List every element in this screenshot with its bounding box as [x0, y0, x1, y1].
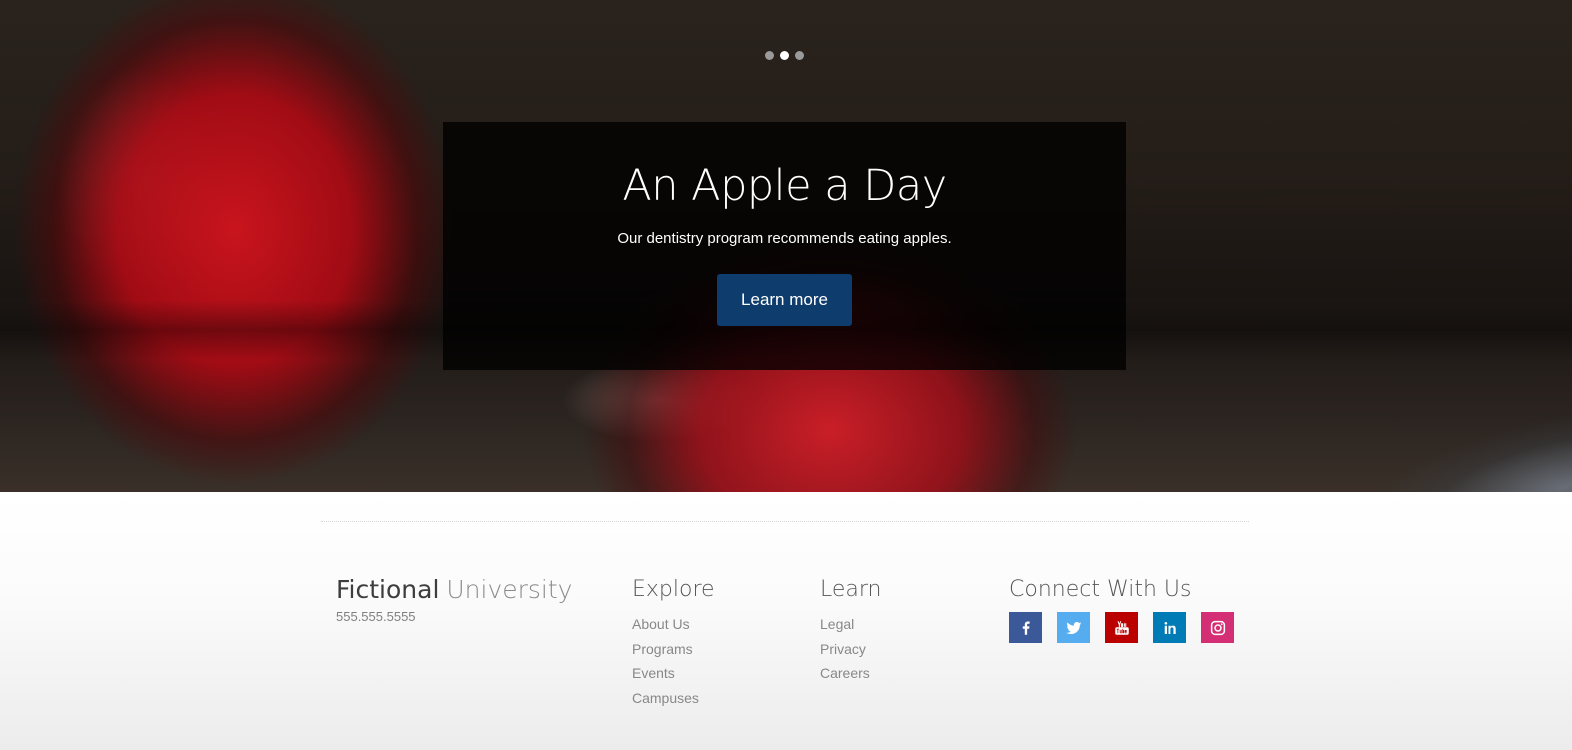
site-footer: Fictional University 555.555.5555 Explor…: [0, 492, 1572, 750]
learn-more-button[interactable]: Learn more: [717, 274, 852, 326]
footer-link-programs[interactable]: Programs: [632, 637, 715, 662]
connect-heading: Connect With Us: [1009, 577, 1192, 602]
footer-link-about-us[interactable]: About Us: [632, 612, 715, 637]
explore-heading: Explore: [632, 577, 715, 602]
twitter-icon: [1065, 621, 1081, 634]
facebook-link[interactable]: [1009, 612, 1042, 643]
hero-subtitle: Our dentistry program recommends eating …: [617, 230, 952, 247]
footer-learn-column: Learn Legal Privacy Careers: [820, 577, 882, 686]
youtube-link[interactable]: [1105, 612, 1138, 643]
brand-primary: Fictional: [336, 575, 440, 604]
brand-secondary: University: [446, 575, 573, 604]
footer-link-careers[interactable]: Careers: [820, 661, 882, 686]
facebook-icon: [1022, 620, 1030, 635]
footer-link-events[interactable]: Events: [632, 661, 715, 686]
hero-slider: An Apple a Day Our dentistry program rec…: [0, 0, 1572, 492]
hero-title: An Apple a Day: [622, 161, 947, 211]
hero-background-bowl: [1345, 405, 1572, 492]
slider-dot-3[interactable]: [795, 51, 804, 60]
twitter-link[interactable]: [1057, 612, 1090, 643]
slider-dot-2[interactable]: [780, 51, 789, 60]
footer-link-privacy[interactable]: Privacy: [820, 637, 882, 662]
footer-divider: [321, 521, 1249, 522]
footer-brand[interactable]: Fictional University: [336, 575, 572, 605]
youtube-icon: [1114, 620, 1129, 635]
learn-heading: Learn: [820, 577, 882, 602]
instagram-link[interactable]: [1201, 612, 1234, 643]
hero-caption-box: An Apple a Day Our dentistry program rec…: [443, 122, 1126, 370]
footer-explore-column: Explore About Us Programs Events Campuse…: [632, 577, 715, 710]
footer-phone[interactable]: 555.555.5555: [336, 609, 416, 624]
instagram-icon: [1210, 620, 1225, 635]
slider-dots: [765, 51, 804, 60]
footer-connect-column: Connect With Us: [1009, 577, 1234, 643]
social-links: [1009, 612, 1234, 643]
footer-link-legal[interactable]: Legal: [820, 612, 882, 637]
linkedin-icon: [1164, 621, 1176, 634]
slider-dot-1[interactable]: [765, 51, 774, 60]
footer-link-campuses[interactable]: Campuses: [632, 686, 715, 711]
linkedin-link[interactable]: [1153, 612, 1186, 643]
